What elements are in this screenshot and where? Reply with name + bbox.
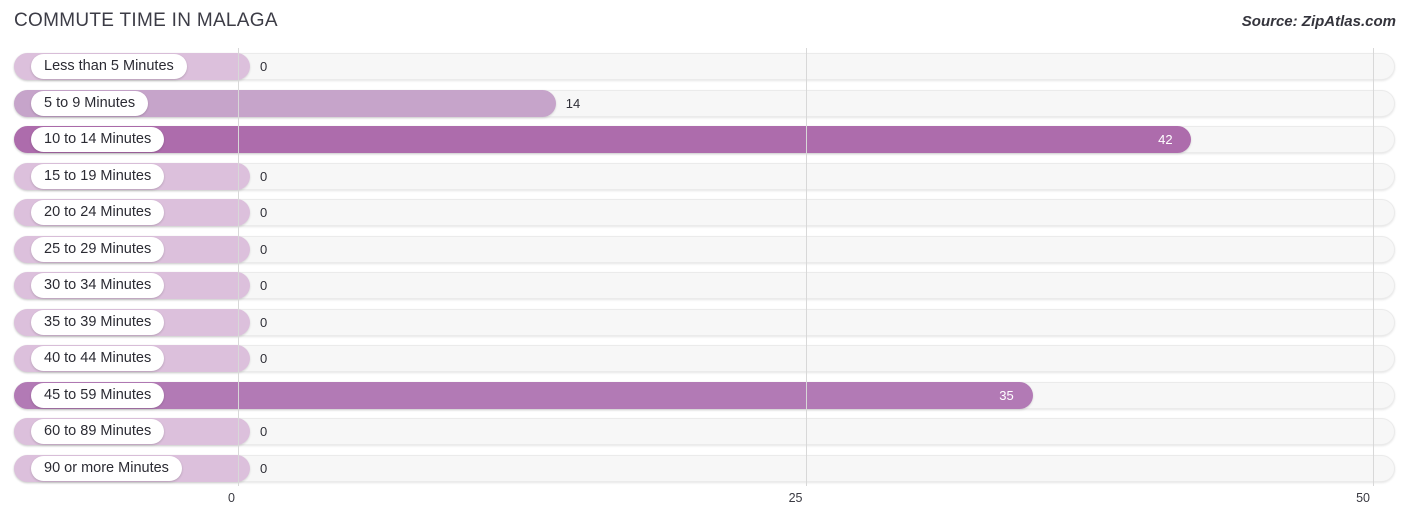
bar-value-label: 0 <box>260 278 268 293</box>
bar-row[interactable]: 25 to 29 Minutes 0 <box>0 231 1406 268</box>
bar-row[interactable]: 40 to 44 Minutes 0 <box>0 340 1406 377</box>
bar-value-label: 0 <box>260 205 268 220</box>
bar-fill[interactable] <box>14 126 1192 153</box>
plot-area: Less than 5 Minutes 0 5 to 9 Minutes 14 10 t… <box>0 48 1406 486</box>
bar-row[interactable]: 90 or more Minutes 0 <box>0 450 1406 487</box>
bar-value-label: 14 <box>565 95 581 111</box>
bar-row[interactable]: Less than 5 Minutes 0 <box>0 48 1406 85</box>
bar-category-label: Less than 5 Minutes <box>31 54 187 79</box>
bar-value-label: 0 <box>260 241 268 257</box>
bar-row[interactable]: 30 to 34 Minutes 0 <box>0 267 1406 304</box>
bar-category-label: 20 to 24 Minutes <box>31 200 165 225</box>
axis-tick-label: 0 <box>228 491 235 505</box>
bar-row[interactable]: 45 to 59 Minutes 35 <box>0 377 1406 414</box>
bar-row[interactable]: 10 to 14 Minutes 42 <box>0 121 1406 158</box>
bar-value-label: 0 <box>260 424 268 439</box>
bar-value-label: 0 <box>260 314 268 330</box>
bar-category-label: 60 to 89 Minutes <box>31 419 165 444</box>
page-title: COMMUTE TIME IN MALAGA <box>14 10 278 31</box>
bar-category-label: 15 to 19 Minutes <box>31 163 165 189</box>
bar-row[interactable]: 20 to 24 Minutes 0 <box>0 194 1406 231</box>
chart-container: COMMUTE TIME IN MALAGA Source: ZipAtlas.… <box>0 0 1406 523</box>
bar-row[interactable]: 5 to 9 Minutes 14 <box>0 85 1406 122</box>
bar-row[interactable]: 60 to 89 Minutes 0 <box>0 413 1406 450</box>
bar-category-label: 5 to 9 Minutes <box>31 90 149 116</box>
bar-category-label: 90 or more Minutes <box>31 455 182 481</box>
bar-category-label: 10 to 14 Minutes <box>31 127 165 152</box>
bar-value-label: 0 <box>260 168 268 184</box>
x-axis: 0 25 50 <box>0 486 1406 523</box>
bar-category-label: 35 to 39 Minutes <box>31 309 165 335</box>
bar-category-label: 45 to 59 Minutes <box>31 382 165 408</box>
bar-value-label: 35 <box>999 387 1014 403</box>
gridline-0 <box>238 48 239 486</box>
bar-value-label: 0 <box>260 460 268 476</box>
bar-fill[interactable] <box>14 381 1033 409</box>
bar-category-label: 30 to 34 Minutes <box>31 273 165 298</box>
bar-category-label: 40 to 44 Minutes <box>31 346 165 371</box>
source-label: Source: ZipAtlas.com <box>1241 13 1396 30</box>
bar-value-label: 42 <box>1158 132 1173 147</box>
bar-value-label: 0 <box>260 351 268 366</box>
gridline-25 <box>805 48 807 486</box>
bar-category-label: 25 to 29 Minutes <box>31 236 165 262</box>
axis-tick-label: 25 <box>788 491 803 505</box>
gridline-50 <box>1373 48 1374 486</box>
bar-row[interactable]: 35 to 39 Minutes 0 <box>0 304 1406 341</box>
bar-value-label: 0 <box>260 59 268 74</box>
bar-row[interactable]: 15 to 19 Minutes 0 <box>0 158 1406 195</box>
axis-tick-label: 50 <box>1356 491 1370 505</box>
